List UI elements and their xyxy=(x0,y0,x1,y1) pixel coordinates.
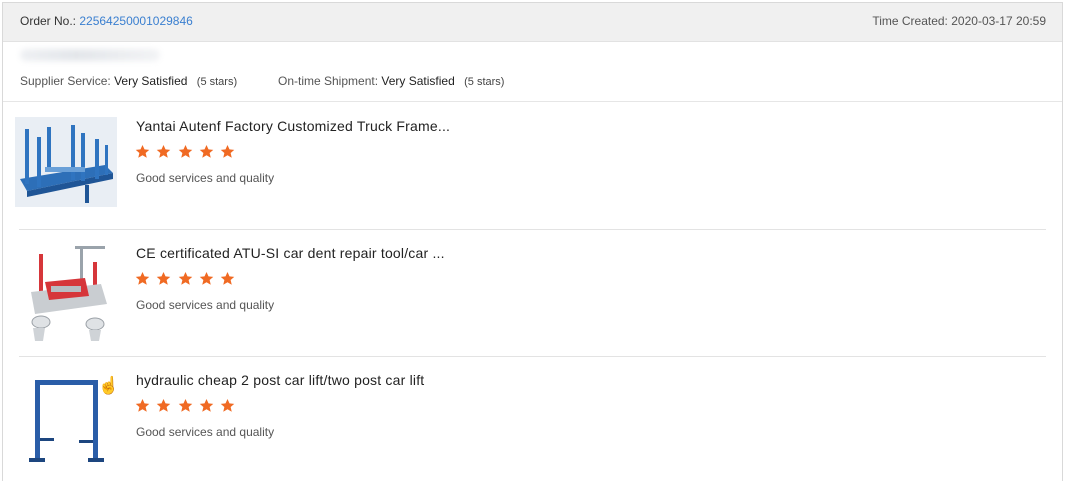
time-label: Time Created: xyxy=(872,14,948,28)
star-icon xyxy=(220,144,235,159)
star-icon xyxy=(178,144,193,159)
star-icon xyxy=(156,398,171,413)
pointing-hand-icon: ☝ xyxy=(98,376,120,395)
star-icon xyxy=(220,271,235,286)
supplier-value: Very Satisfied xyxy=(114,74,188,88)
blurred-buyer-name xyxy=(20,49,160,61)
order-header: Order No.: 22564250001029846 Time Create… xyxy=(3,3,1062,42)
review-comment: Good services and quality xyxy=(136,298,275,312)
order-review-card: Order No.: 22564250001029846 Time Create… xyxy=(2,2,1063,481)
time-value: 2020-03-17 20:59 xyxy=(951,14,1046,28)
review-item: CE certificated ATU-SI car dent repair t… xyxy=(3,229,1062,356)
star-icon xyxy=(135,398,150,413)
supplier-label: Supplier Service: xyxy=(20,74,111,88)
product-rating-stars xyxy=(135,271,237,287)
star-icon xyxy=(220,398,235,413)
star-icon xyxy=(199,398,214,413)
time-created: Time Created: 2020-03-17 20:59 xyxy=(872,14,1046,28)
shipment-rating: On-time Shipment: Very Satisfied (5 star… xyxy=(278,74,504,88)
shipment-stars-note: (5 stars) xyxy=(464,76,505,88)
star-icon xyxy=(178,271,193,286)
product-title-link[interactable]: Yantai Autenf Factory Customized Truck F… xyxy=(136,118,450,134)
order-label: Order No.: xyxy=(20,14,77,28)
star-icon xyxy=(199,271,214,286)
product-title-link[interactable]: hydraulic cheap 2 post car lift/two post… xyxy=(136,372,424,388)
review-item: ☝ hydraulic cheap 2 post car lift/two po… xyxy=(3,356,1062,483)
supplier-stars-note: (5 stars) xyxy=(196,76,238,88)
shipment-label: On-time Shipment: xyxy=(278,74,379,88)
review-item: Yantai Autenf Factory Customized Truck F… xyxy=(3,102,1062,229)
product-image-truck-frame[interactable] xyxy=(15,117,117,207)
star-icon xyxy=(156,144,171,159)
star-icon xyxy=(178,398,193,413)
order-number-group: Order No.: 22564250001029846 xyxy=(20,14,193,28)
review-comment: Good services and quality xyxy=(136,425,275,439)
star-icon xyxy=(199,144,214,159)
supplier-service-rating: Supplier Service: Very Satisfied (5 star… xyxy=(20,74,237,88)
order-number-link[interactable]: 22564250001029846 xyxy=(79,14,192,28)
product-rating-stars xyxy=(135,398,237,414)
shipment-value: Very Satisfied xyxy=(381,74,455,88)
star-icon xyxy=(156,271,171,286)
product-image-car-bench[interactable] xyxy=(15,242,117,342)
product-title-link[interactable]: CE certificated ATU-SI car dent repair t… xyxy=(136,245,445,261)
product-rating-stars xyxy=(135,144,237,160)
star-icon xyxy=(135,144,150,159)
review-comment: Good services and quality xyxy=(136,171,275,185)
star-icon xyxy=(135,271,150,286)
